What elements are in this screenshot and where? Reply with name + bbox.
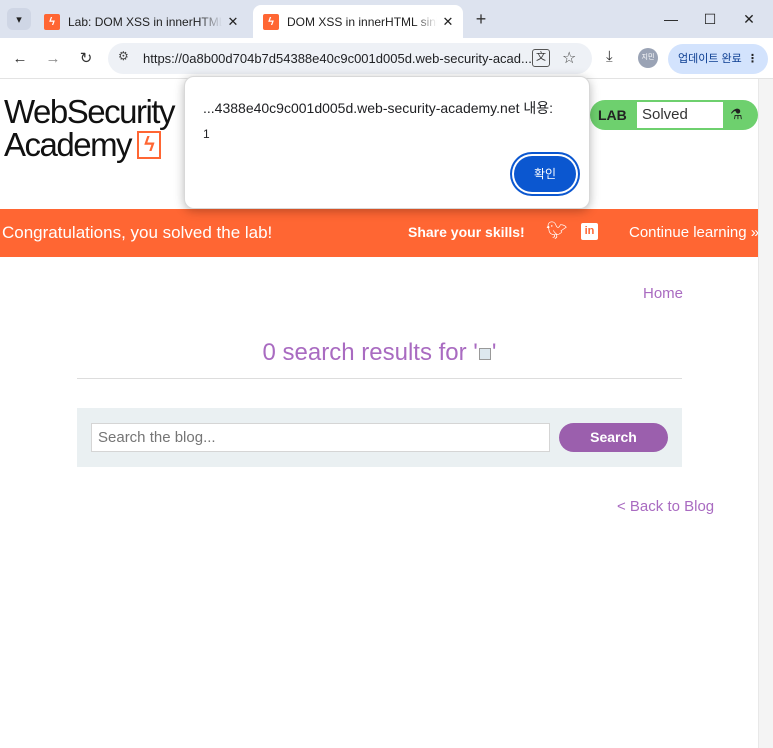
site-info-icon[interactable]: ⚙ [118,49,129,63]
tab-search-button[interactable]: ▾ [7,8,31,30]
browser-toolbar: ← → ↻ ⚙ https://0a8b00d704b7d54388e40c9c… [0,38,773,79]
search-button[interactable]: Search [559,423,668,452]
results-prefix: 0 search results for ' [262,339,478,366]
scrollbar[interactable] [758,79,773,748]
lab-label: LAB [598,107,627,123]
divider [77,378,682,379]
search-input[interactable] [91,423,550,452]
url-text[interactable]: https://0a8b00d704b7d54388e40c9c001d005d… [143,51,538,66]
search-results-heading: 0 search results for ' ' [77,339,682,367]
close-icon[interactable]: ✕ [222,14,244,30]
ok-button[interactable]: 확인 [514,156,576,192]
portswigger-icon: ϟ [44,13,60,30]
tab-title: DOM XSS in innerHTML sink using [287,14,437,29]
congrats-text: Congratulations, you solved the lab! [2,223,273,242]
tab-lab-description[interactable]: ϟ Lab: DOM XSS in innerHTML sink ✕ [34,5,248,38]
tab-strip: ▾ ϟ Lab: DOM XSS in innerHTML sink ✕ ϟ D… [0,0,773,38]
star-icon[interactable]: ☆ [562,48,576,68]
share-text: Share your skills! [408,224,525,240]
lab-state: Solved [637,102,723,128]
maximize-button[interactable]: ☐ [695,8,725,30]
logo-text-line1: WebSecurity [4,93,175,130]
tab-title: Lab: DOM XSS in innerHTML sink [68,14,222,29]
logo-text-line2: Academy [4,126,133,163]
linkedin-icon[interactable]: in [581,223,598,240]
results-suffix: ' [491,339,497,366]
window-close-button[interactable]: ✕ [734,8,764,30]
translate-icon[interactable]: 文 [532,49,550,67]
back-button[interactable]: ← [8,47,32,71]
lightning-icon: ϟ [137,131,162,159]
flask-icon: ⚗ [730,106,743,122]
dialog-origin: ...4388e40c9c001d005d.web-security-acade… [203,100,554,116]
update-label: 업데이트 완료 [678,53,742,65]
download-icon[interactable]: ⤓ [606,48,613,65]
new-tab-button[interactable]: + [470,8,492,30]
close-icon[interactable]: ✕ [437,14,459,30]
update-button[interactable]: 업데이트 완료 ⋮ [668,44,768,74]
twitter-icon[interactable]: 🐦︎ [546,221,568,241]
forward-button[interactable]: → [41,47,65,71]
lab-status-badge: LAB Solved ⚗ [590,100,758,130]
logo-text-line2-row: Academy ϟ [4,126,184,163]
alert-dialog: ...4388e40c9c001d005d.web-security-acade… [184,76,590,209]
menu-icon[interactable]: ⋮ [747,44,758,74]
solved-banner: Congratulations, you solved the lab! Sha… [0,209,758,257]
minimize-button[interactable]: — [656,8,686,30]
avatar[interactable]: 지민 [638,48,658,68]
continue-learning-link[interactable]: Continue learning » [629,224,758,241]
search-form: Search [77,408,682,467]
home-link[interactable]: Home [643,285,683,302]
broken-image-icon [478,347,491,360]
dialog-message: 1 [203,127,210,141]
chevron-down-icon: ▾ [16,13,22,26]
academy-logo[interactable]: WebSecurity Academy ϟ [4,93,184,163]
back-to-blog-link[interactable]: < Back to Blog [617,498,714,515]
address-bar[interactable]: ⚙ https://0a8b00d704b7d54388e40c9c001d00… [108,43,592,74]
portswigger-icon: ϟ [263,13,279,30]
tab-lab-instance[interactable]: ϟ DOM XSS in innerHTML sink using ✕ [253,5,463,38]
reload-button[interactable]: ↻ [74,47,98,71]
